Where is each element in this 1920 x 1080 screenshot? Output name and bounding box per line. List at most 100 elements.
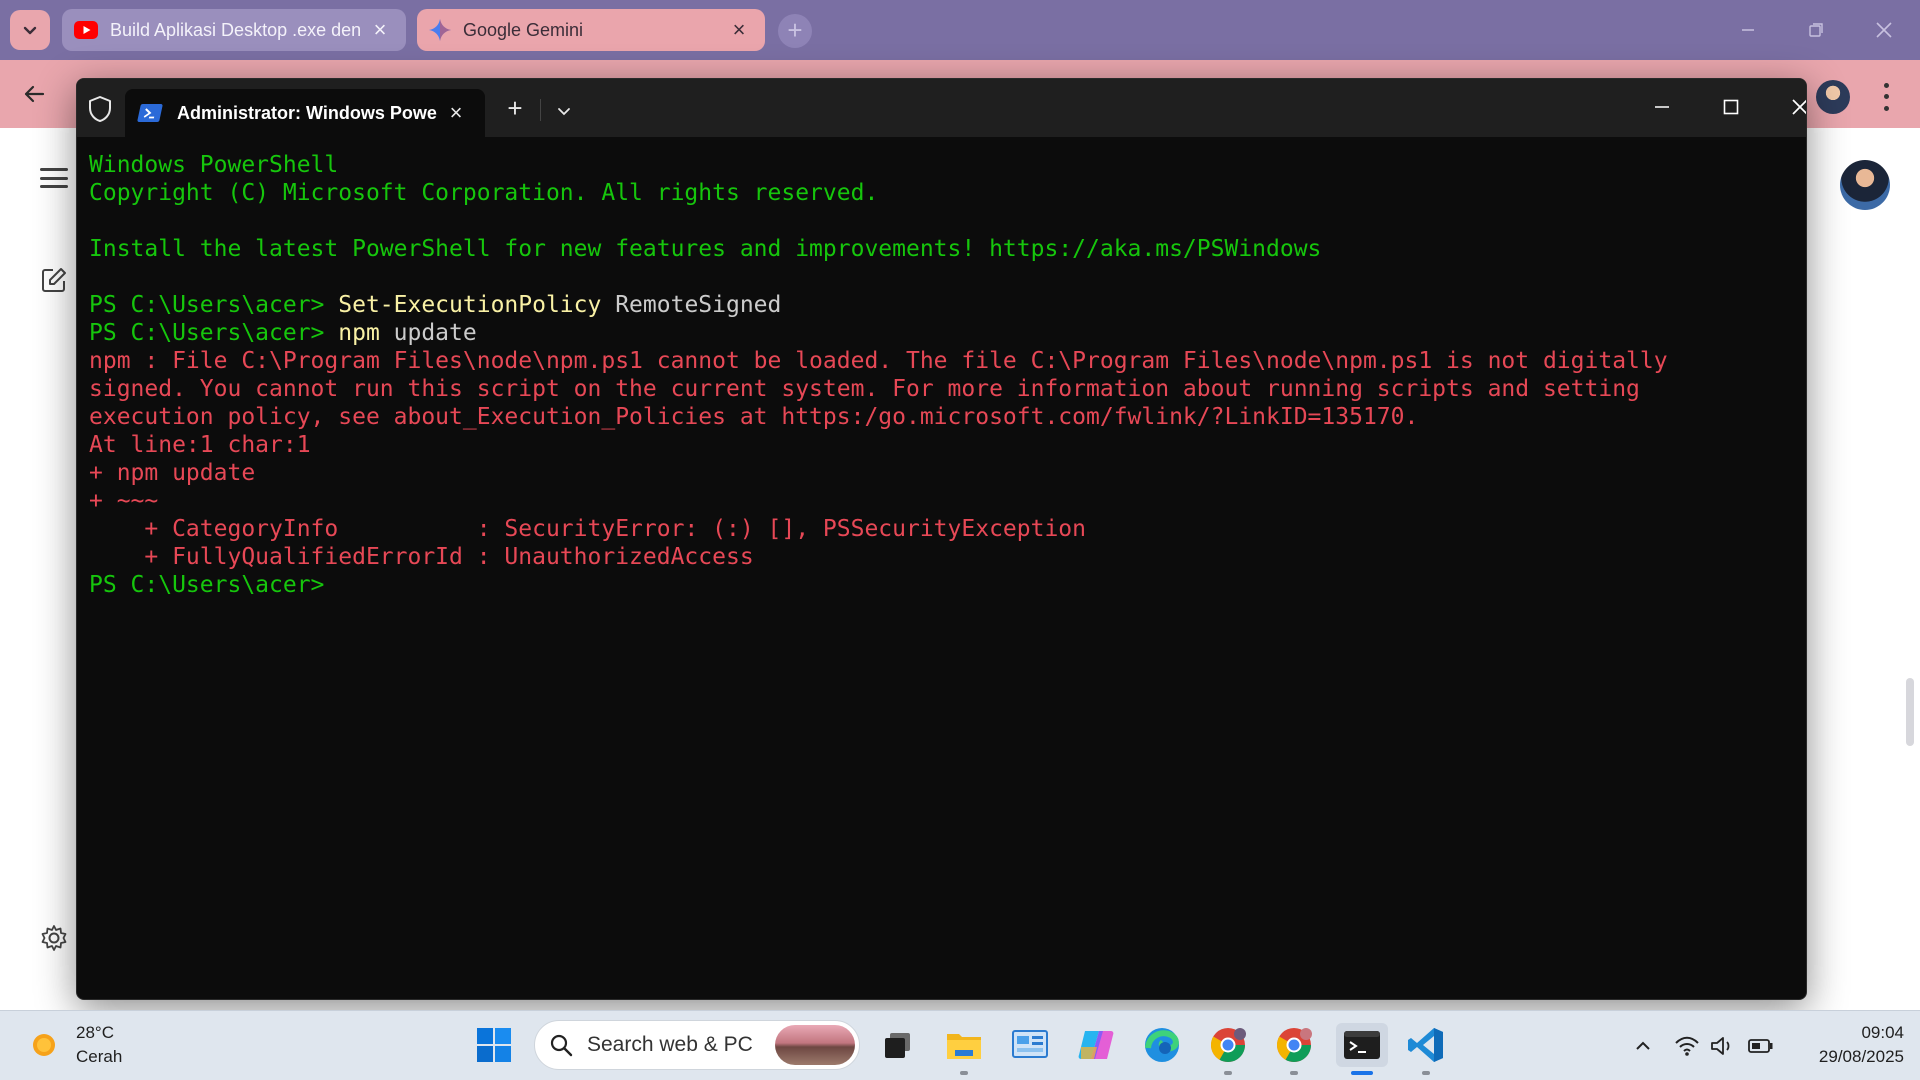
chrome-profile-2-icon[interactable] [1272,1023,1316,1067]
back-button[interactable] [14,74,54,114]
terminal-tab-powershell[interactable]: Administrator: Windows Powe × [125,89,485,137]
taskbar: 28°C Cerah Search web & PC 09:04 29/08/2… [0,1010,1920,1080]
terminal-text-segment: execution policy, see about_Execution_Po… [89,404,1419,430]
terminal-line: + npm update [89,459,1796,487]
youtube-icon [74,21,98,39]
minimize-icon [1742,29,1754,31]
terminal-line: PS C:\Users\acer> npm update [89,319,1796,347]
terminal-text-segment: PS C:\Users\acer> [89,572,325,598]
weather-temperature: 28°C [76,1023,114,1042]
terminal-text-segment: PS C:\Users\acer> [89,320,339,346]
terminal-dropdown-button[interactable] [547,95,581,127]
browser-tab-gemini[interactable]: Google Gemini × [417,9,765,51]
gemini-user-avatar[interactable] [1840,160,1890,210]
volume-icon[interactable] [1708,1029,1738,1063]
browser-menu-icon[interactable] [1878,80,1894,114]
vscode-icon[interactable] [1404,1023,1448,1067]
terminal-text-segment: update [379,320,477,346]
terminal-line: Copyright (C) Microsoft Corporation. All… [89,179,1796,207]
terminal-line: + ~~~ [89,487,1796,515]
running-indicator [960,1071,968,1075]
terminal-tab-title: Administrator: Windows Powe [177,102,437,123]
maximize-icon [1723,99,1739,115]
battery-icon[interactable] [1746,1029,1776,1063]
terminal-close-button[interactable] [1772,87,1806,127]
active-indicator [1351,1071,1373,1075]
terminal-text-segment: npm : File C:\Program Files\node\npm.ps1… [89,348,1668,374]
admin-shield-icon [87,95,113,128]
terminal-line: PS C:\Users\acer> Set-ExecutionPolicy Re… [89,291,1796,319]
terminal-line: PS C:\Users\acer> [89,571,1796,599]
chrome-profile-1-icon[interactable] [1206,1023,1250,1067]
weather-widget[interactable]: 28°C Cerah [26,1021,122,1069]
browser-restore-button[interactable] [1796,12,1836,48]
page-scrollbar[interactable] [1906,678,1914,746]
control-panel-icon[interactable] [1008,1023,1052,1067]
terminal-line: Windows PowerShell [89,151,1796,179]
search-placeholder: Search web & PC [587,1033,753,1056]
terminal-line: + CategoryInfo : SecurityError: (:) [], … [89,515,1796,543]
terminal-text-segment: Windows PowerShell [89,152,339,178]
tab-search-button[interactable] [10,10,50,50]
terminal-minimize-button[interactable] [1634,87,1690,127]
profile-avatar[interactable] [1816,80,1850,114]
windows-start-icon[interactable] [472,1023,516,1067]
browser-close-button[interactable] [1864,12,1904,48]
clock-date: 29/08/2025 [1818,1047,1904,1066]
weather-description: Cerah [76,1047,123,1066]
settings-gear-icon[interactable] [40,924,68,957]
new-tab-button[interactable]: + [778,14,812,48]
chevron-down-icon [23,26,37,35]
wifi-icon[interactable] [1672,1029,1702,1063]
copilot-icon[interactable] [1074,1023,1118,1067]
browser-tab-label: Build Aplikasi Desktop .exe den [110,19,362,40]
browser-tabstrip: Build Aplikasi Desktop .exe den × Google… [0,0,1920,60]
system-clock[interactable]: 09:04 29/08/2025 [1784,1021,1904,1069]
browser-tab-label: Google Gemini [463,19,584,40]
arrow-left-icon [24,85,45,103]
search-highlight-image [775,1025,855,1065]
hamburger-menu-icon[interactable] [40,168,68,188]
terminal-line: At line:1 char:1 [89,431,1796,459]
powershell-icon [137,104,163,122]
running-indicator [1290,1071,1298,1075]
terminal-window: Administrator: Windows Powe × + Windows … [76,78,1807,1000]
terminal-text-segment: RemoteSigned [601,292,782,318]
terminal-text-segment: + CategoryInfo : SecurityError: (:) [], … [89,516,1086,542]
terminal-icon[interactable] [1336,1023,1388,1067]
terminal-titlebar: Administrator: Windows Powe × + [77,79,1806,137]
edge-icon[interactable] [1140,1023,1184,1067]
browser-minimize-button[interactable] [1728,12,1768,48]
terminal-maximize-button[interactable] [1703,87,1759,127]
running-indicator [1422,1071,1430,1075]
weather-sun-icon [26,1027,62,1063]
file-explorer-icon[interactable] [942,1023,986,1067]
close-icon [1876,22,1892,38]
close-tab-icon[interactable]: × [441,100,471,126]
terminal-line: signed. You cannot run this script on th… [89,375,1796,403]
gemini-icon [429,19,451,41]
show-hidden-icons-chevron-up-icon[interactable] [1628,1029,1658,1063]
taskbar-search-box[interactable]: Search web & PC [534,1020,860,1070]
minimize-icon [1655,106,1669,108]
close-tab-icon[interactable]: × [727,17,751,43]
titlebar-divider [540,99,541,121]
chevron-down-icon [558,108,570,116]
clock-time: 09:04 [1861,1023,1904,1042]
terminal-text-segment: + npm update [89,460,256,486]
terminal-line: npm : File C:\Program Files\node\npm.ps1… [89,347,1796,375]
new-chat-icon[interactable] [40,266,68,299]
terminal-text-segment: PS C:\Users\acer> [89,292,339,318]
new-terminal-tab-button[interactable]: + [497,93,533,125]
browser-tab-youtube[interactable]: Build Aplikasi Desktop .exe den × [62,9,406,51]
task-view-icon[interactable] [876,1023,920,1067]
close-icon [1792,99,1806,115]
terminal-text-segment: Copyright (C) Microsoft Corporation. All… [89,180,879,206]
running-indicator [1224,1071,1232,1075]
close-tab-icon[interactable]: × [368,17,392,43]
terminal-text-segment: Install the latest PowerShell for new fe… [89,236,1322,262]
terminal-text-segment: At line:1 char:1 [89,432,311,458]
terminal-output[interactable]: Windows PowerShell Copyright (C) Microsof… [89,151,1796,989]
